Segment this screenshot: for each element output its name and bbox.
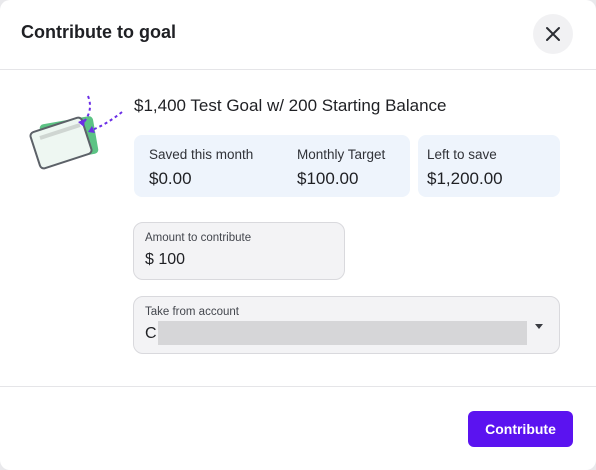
monthly-target-label: Monthly Target: [297, 147, 386, 162]
account-select[interactable]: Take from account C: [133, 296, 560, 354]
redacted-account-name: [158, 321, 527, 345]
account-value: C: [145, 325, 157, 342]
caret-down-icon[interactable]: [535, 324, 543, 329]
dialog-header: Contribute to goal: [0, 0, 596, 70]
stats-card-left-to-save: Left to save $1,200.00: [418, 135, 560, 197]
saved-this-month-value: $0.00: [149, 169, 192, 188]
amount-input[interactable]: Amount to contribute $ 100: [133, 222, 345, 280]
monthly-target-value: $100.00: [297, 169, 359, 188]
contribute-button[interactable]: Contribute: [468, 411, 573, 447]
amount-label: Amount to contribute: [145, 232, 252, 244]
left-to-save-label: Left to save: [427, 147, 497, 162]
amount-value[interactable]: $ 100: [145, 251, 185, 269]
dialog-title: Contribute to goal: [21, 22, 176, 42]
account-label: Take from account: [145, 306, 239, 318]
stats-card-monthly: Saved this month $0.00 Monthly Target $1…: [134, 135, 410, 197]
close-icon: [546, 27, 560, 41]
contribute-dialog: Contribute to goal $1,400 Test Goal w/ 2…: [0, 0, 596, 470]
left-to-save-value: $1,200.00: [427, 169, 503, 188]
saved-this-month-label: Saved this month: [149, 147, 254, 162]
goal-name: $1,400 Test Goal w/ 200 Starting Balance: [134, 96, 447, 115]
close-button[interactable]: [533, 14, 573, 54]
goal-cards-illustration: [29, 95, 123, 170]
